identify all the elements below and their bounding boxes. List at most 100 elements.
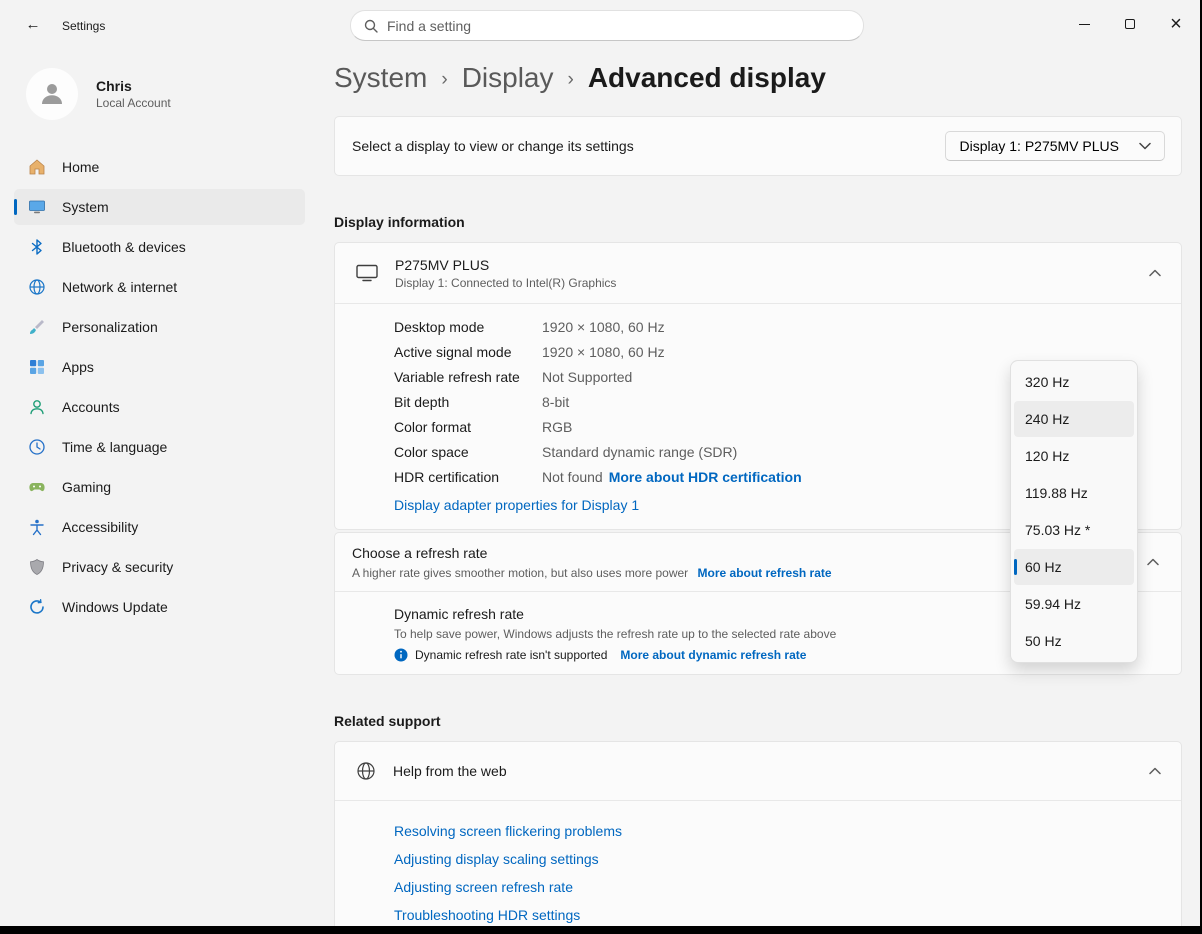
- accounts-icon: [28, 398, 46, 416]
- sidebar-item-system[interactable]: System: [14, 189, 305, 225]
- sidebar-item-accounts[interactable]: Accounts: [14, 389, 305, 425]
- sidebar-item-accessibility[interactable]: Accessibility: [14, 509, 305, 545]
- sidebar-item-gaming[interactable]: Gaming: [14, 469, 305, 505]
- display-selector-card: Select a display to view or change its s…: [334, 116, 1182, 176]
- window-bottom-edge: [0, 926, 1202, 934]
- more-about-refresh-rate-link[interactable]: More about refresh rate: [698, 566, 832, 580]
- sidebar-item-network-internet[interactable]: Network & internet: [14, 269, 305, 305]
- back-arrow-icon: ←: [26, 16, 41, 33]
- sidebar-item-label: Privacy & security: [62, 559, 173, 575]
- refresh-rate-description-text: A higher rate gives smoother motion, but…: [352, 566, 688, 580]
- breadcrumb-system[interactable]: System: [334, 62, 427, 94]
- sidebar-item-personalization[interactable]: Personalization: [14, 309, 305, 345]
- refresh-rate-option-119-88hz[interactable]: 119.88 Hz: [1014, 475, 1134, 511]
- more-about-dynamic-refresh-rate-link[interactable]: More about dynamic refresh rate: [620, 648, 806, 662]
- more-about-hdr-link[interactable]: More about HDR certification: [609, 469, 802, 485]
- close-icon: ×: [1170, 14, 1182, 34]
- info-label: HDR certification: [394, 469, 542, 485]
- section-title-display-information: Display information: [334, 214, 1182, 230]
- refresh-rate-option-50hz[interactable]: 50 Hz: [1014, 623, 1134, 659]
- refresh-rate-option-60hz[interactable]: 60 Hz: [1014, 549, 1134, 585]
- windows-update-icon: [28, 598, 46, 616]
- maximize-button[interactable]: [1107, 0, 1153, 48]
- help-from-web-expander[interactable]: Help from the web: [335, 742, 1181, 800]
- display-selector-dropdown[interactable]: Display 1: P275MV PLUS: [945, 131, 1165, 161]
- refresh-rate-option-75-03hz[interactable]: 75.03 Hz *: [1014, 512, 1134, 548]
- info-label: Bit depth: [394, 394, 542, 410]
- breadcrumb: System › Display › Advanced display: [334, 62, 1182, 94]
- monitor-icon: [356, 264, 378, 282]
- refresh-rate-option-240hz[interactable]: 240 Hz: [1014, 401, 1134, 437]
- close-button[interactable]: ×: [1153, 0, 1199, 48]
- display-information-expander[interactable]: P275MV PLUS Display 1: Connected to Inte…: [335, 243, 1181, 303]
- info-label: Active signal mode: [394, 344, 542, 360]
- window-controls: ×: [1061, 0, 1199, 48]
- info-label: Desktop mode: [394, 319, 542, 335]
- help-link-screen-refresh-rate[interactable]: Adjusting screen refresh rate: [394, 879, 1161, 895]
- display-adapter-properties-link[interactable]: Display adapter properties for Display 1: [394, 497, 639, 513]
- sidebar-item-label: Time & language: [62, 439, 167, 455]
- accessibility-icon: [28, 518, 46, 536]
- info-value: 1920 × 1080, 60 Hz: [542, 319, 665, 335]
- network-icon: [28, 278, 46, 296]
- help-from-web-card: Help from the web Resolving screen flick…: [334, 741, 1182, 926]
- privacy-security-icon: [28, 558, 46, 576]
- minimize-button[interactable]: [1061, 0, 1107, 48]
- breadcrumb-separator: ›: [441, 65, 447, 91]
- sidebar-item-label: Network & internet: [62, 279, 177, 295]
- display-card-title: P275MV PLUS: [395, 257, 616, 273]
- info-value: 1920 × 1080, 60 Hz: [542, 344, 665, 360]
- chevron-up-icon: [1147, 558, 1159, 566]
- minimize-icon: [1079, 24, 1090, 25]
- sidebar-item-apps[interactable]: Apps: [14, 349, 305, 385]
- sidebar-item-label: Bluetooth & devices: [62, 239, 186, 255]
- user-account-block[interactable]: Chris Local Account: [0, 60, 318, 124]
- user-account-type: Local Account: [96, 96, 171, 110]
- sidebar-item-label: Home: [62, 159, 99, 175]
- bluetooth-icon: [28, 238, 46, 256]
- sidebar-item-time-language[interactable]: Time & language: [14, 429, 305, 465]
- apps-icon: [28, 358, 46, 376]
- refresh-rate-option-59-94hz[interactable]: 59.94 Hz: [1014, 586, 1134, 622]
- refresh-rate-option-120hz[interactable]: 120 Hz: [1014, 438, 1134, 474]
- personalization-icon: [28, 318, 46, 336]
- info-value: Not Supported: [542, 369, 632, 385]
- chevron-up-icon: [1149, 269, 1161, 277]
- breadcrumb-display[interactable]: Display: [462, 62, 554, 94]
- search-icon: [364, 19, 378, 33]
- chevron-up-icon: [1149, 767, 1161, 775]
- info-label: Color format: [394, 419, 542, 435]
- search-box[interactable]: [350, 10, 864, 41]
- sidebar-item-privacy-security[interactable]: Privacy & security: [14, 549, 305, 585]
- back-button[interactable]: ←: [20, 13, 46, 35]
- sidebar-item-windows-update[interactable]: Windows Update: [14, 589, 305, 625]
- breadcrumb-separator: ›: [568, 65, 574, 91]
- user-name: Chris: [96, 78, 171, 94]
- sidebar-item-label: System: [62, 199, 109, 215]
- titlebar: ← Settings ×: [0, 0, 1202, 48]
- help-link-screen-flickering[interactable]: Resolving screen flickering problems: [394, 823, 1161, 839]
- refresh-rate-flyout: 320 Hz 240 Hz 120 Hz 119.88 Hz 75.03 Hz …: [1010, 360, 1138, 663]
- gaming-icon: [28, 478, 46, 496]
- sidebar-item-label: Gaming: [62, 479, 111, 495]
- search-input[interactable]: [387, 18, 850, 34]
- help-link-hdr-settings[interactable]: Troubleshooting HDR settings: [394, 907, 1161, 923]
- chevron-down-icon: [1139, 142, 1151, 150]
- info-label: Color space: [394, 444, 542, 460]
- refresh-rate-option-320hz[interactable]: 320 Hz: [1014, 364, 1134, 400]
- display-selector-label: Select a display to view or change its s…: [352, 138, 634, 154]
- page-title: Advanced display: [588, 62, 826, 94]
- display-selector-value: Display 1: P275MV PLUS: [959, 138, 1119, 154]
- sidebar-item-bluetooth-devices[interactable]: Bluetooth & devices: [14, 229, 305, 265]
- maximize-icon: [1125, 19, 1135, 29]
- sidebar-item-label: Personalization: [62, 319, 158, 335]
- info-label: Variable refresh rate: [394, 369, 542, 385]
- help-links: Resolving screen flickering problems Adj…: [335, 801, 1181, 926]
- info-value: Standard dynamic range (SDR): [542, 444, 737, 460]
- sidebar: Chris Local Account Home System: [0, 48, 318, 926]
- globe-icon: [356, 761, 376, 781]
- sidebar-item-home[interactable]: Home: [14, 149, 305, 185]
- time-language-icon: [28, 438, 46, 456]
- help-link-display-scaling[interactable]: Adjusting display scaling settings: [394, 851, 1161, 867]
- section-title-related-support: Related support: [334, 713, 1182, 729]
